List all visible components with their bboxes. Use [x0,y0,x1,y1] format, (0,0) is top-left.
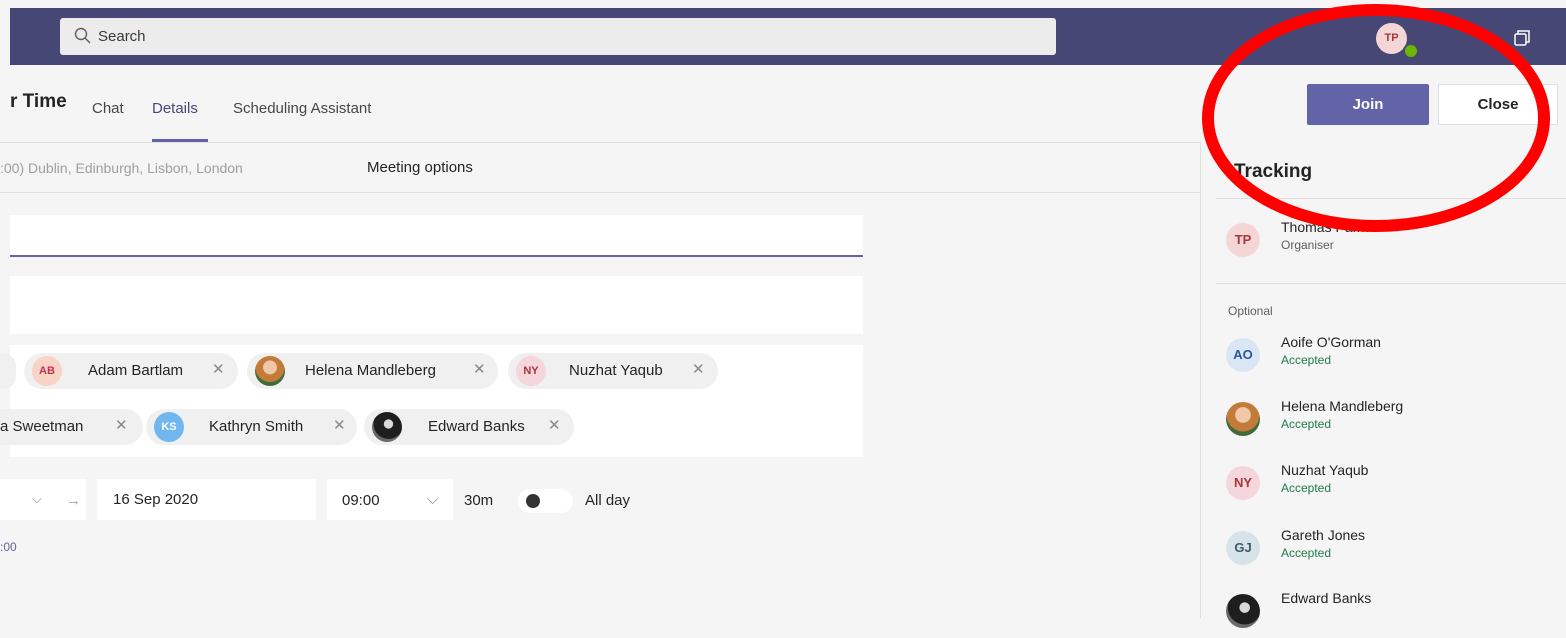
divider [1216,198,1566,199]
participant-status: Accepted [1281,353,1332,367]
attendee-chip[interactable]: Helena Mandleberg ✕ [247,353,498,389]
close-button[interactable]: Close [1438,84,1558,125]
meeting-header: r Time Chat Details Scheduling Assistant… [0,67,1566,143]
tracking-title: Tracking [1234,161,1313,182]
attendee-chip[interactable]: NY Nuzhat Yaqub ✕ [508,353,718,389]
attendee-chip[interactable]: Edward Banks ✕ [364,409,574,445]
attendee-name: Helena Mandleberg [305,362,436,379]
timezone-short[interactable]: :00 [0,540,17,554]
attendee-name: Kathryn Smith [209,418,304,435]
avatar: AO [1226,338,1260,372]
avatar [1226,402,1260,436]
remove-icon[interactable]: ✕ [212,360,225,378]
optional-section-label: Optional [1228,304,1273,318]
participant-status: Accepted [1281,546,1332,560]
attendee-chip[interactable]: KS Kathryn Smith ✕ [146,409,357,445]
avatar [1226,594,1260,628]
meeting-options-link[interactable]: Meeting options [367,159,473,176]
chevron-down-icon: ⌵ [32,491,42,506]
end-date-value: 16 Sep 2020 [113,491,199,508]
title-field[interactable] [10,215,863,257]
location-field[interactable] [10,276,863,334]
meeting-title: r Time [10,91,67,112]
search-icon [74,27,91,44]
tab-details[interactable]: Details [152,100,198,117]
remove-icon[interactable]: ✕ [333,416,346,434]
avatar: NY [516,356,546,386]
popout-icon[interactable] [1512,28,1532,48]
divider [1216,283,1566,284]
attendee-name: Nuzhat Yaqub [569,362,663,379]
avatar [255,356,285,386]
attendee-name: Adam Bartlam [88,362,184,379]
attendee-name: Edward Banks [428,418,525,435]
end-time-value: 09:00 [342,492,380,509]
active-tab-indicator [152,139,208,142]
avatar: NY [1226,466,1260,500]
top-bar: Search TP [10,8,1566,65]
organiser-row[interactable]: TP Thomas Pal… Organiser [1226,217,1556,267]
participant-name: Aoife O'Gorman [1281,334,1381,350]
all-day-toggle[interactable] [518,489,573,513]
avatar: GJ [1226,531,1260,565]
participant-name: Gareth Jones [1281,527,1366,543]
participant-status: Accepted [1281,481,1332,495]
remove-icon[interactable]: ✕ [115,416,128,434]
search-box[interactable]: Search [60,18,1056,55]
participant-row[interactable]: GJ Gareth Jones Accepted [1226,525,1556,575]
participant-name: Nuzhat Yaqub [1281,462,1369,478]
avatar: TP [1226,223,1260,257]
timezone-label[interactable]: :00) Dublin, Edinburgh, Lisbon, London [0,160,243,176]
duration-label: 30m [464,492,494,509]
organiser-name: Thomas Pal… [1281,219,1370,235]
attendee-chip[interactable]: a Sweetman ✕ [0,409,143,445]
remove-icon[interactable]: ✕ [548,416,561,434]
attendee-chip[interactable]: AB Adam Bartlam ✕ [24,353,238,389]
tracking-panel: Tracking TP Thomas Pal… Organiser Option… [1200,142,1566,628]
divider [0,192,1200,193]
available-status-icon [1403,43,1419,59]
arrow-icon: → [66,492,81,509]
avatar: AB [32,356,62,386]
chevron-down-icon: ⌵ [427,491,439,508]
organiser-role: Organiser [1281,238,1334,252]
participant-name: Edward Banks [1281,590,1372,606]
tab-scheduling-assistant[interactable]: Scheduling Assistant [233,100,371,117]
participant-row[interactable]: NY Nuzhat Yaqub Accepted [1226,460,1556,510]
search-placeholder: Search [98,28,146,45]
remove-icon[interactable]: ✕ [473,360,486,378]
participant-name: Helena Mandleberg [1281,398,1404,414]
all-day-label: All day [585,492,631,509]
participant-row[interactable]: AO Aoife O'Gorman Accepted [1226,332,1556,382]
join-button[interactable]: Join [1307,84,1429,125]
remove-icon[interactable]: ✕ [692,360,705,378]
end-date-field[interactable]: 16 Sep 2020 [97,479,316,520]
avatar: KS [154,412,184,442]
toggle-knob [526,494,540,508]
participant-row[interactable]: Edward Banks [1226,588,1556,638]
avatar [372,412,402,442]
attendee-name: a Sweetman [0,418,84,435]
end-time-dropdown[interactable]: 09:00 ⌵ [327,479,453,520]
participant-row[interactable]: Helena Mandleberg Accepted [1226,396,1556,446]
tab-chat[interactable]: Chat [92,100,124,117]
participant-status: Accepted [1281,417,1332,431]
